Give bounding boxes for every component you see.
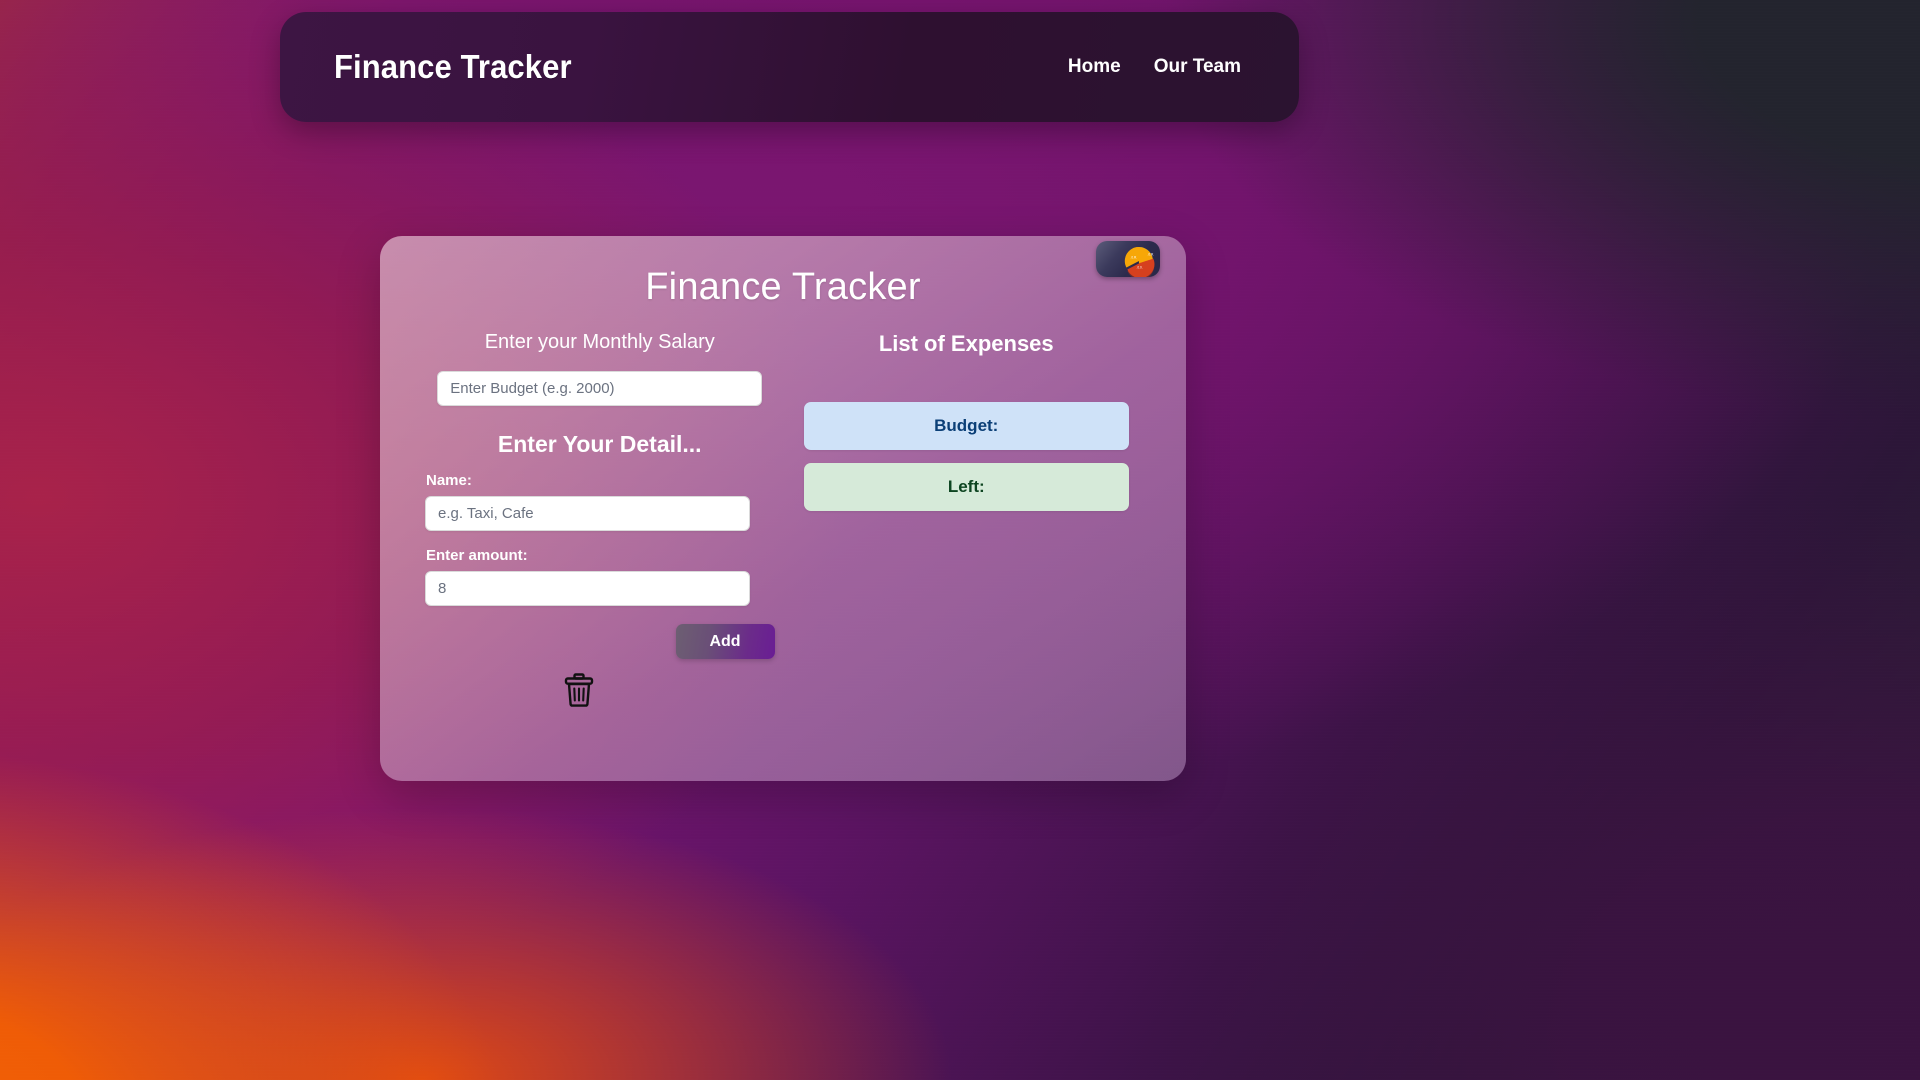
salary-heading: Enter your Monthly Salary — [484, 331, 715, 353]
name-input[interactable] — [425, 496, 750, 531]
amount-input[interactable] — [425, 571, 750, 606]
input-column: Enter your Monthly Salary Enter Your Det… — [425, 331, 775, 707]
svg-text:.0.R.: .0.R. — [1131, 256, 1138, 260]
nav-link-our-team[interactable]: Our Team — [1154, 56, 1241, 78]
name-label: Name: — [426, 472, 472, 489]
svg-text:.0.R.: .0.R. — [1148, 253, 1155, 257]
budget-summary-label: Budget: — [934, 416, 999, 435]
delete-all-button[interactable] — [425, 673, 733, 707]
pie-chart-icon[interactable]: .0.R. .0.R. .0.0. — [1096, 241, 1160, 277]
navbar-brand: Finance Tracker — [334, 48, 572, 85]
card-columns: Enter your Monthly Salary Enter Your Det… — [380, 331, 1186, 707]
pie-chart-graphic: .0.R. .0.R. .0.0. — [1124, 246, 1155, 277]
page-title: Finance Tracker — [645, 266, 921, 308]
expenses-heading: List of Expenses — [878, 331, 1054, 356]
add-button[interactable]: Add — [675, 624, 775, 659]
left-summary-box: Left: — [803, 463, 1129, 511]
navbar-links: Home Our Team — [1068, 56, 1241, 78]
nav-link-home[interactable]: Home — [1068, 56, 1121, 78]
detail-heading: Enter Your Detail... — [497, 431, 702, 457]
expenses-column: List of Expenses Budget: Left: — [792, 331, 1142, 707]
finance-tracker-card: .0.R. .0.R. .0.0. Finance Tracker Enter … — [380, 236, 1186, 781]
budget-summary-box: Budget: — [803, 402, 1129, 450]
budget-input[interactable] — [437, 371, 763, 406]
top-navbar: Finance Tracker Home Our Team — [280, 12, 1299, 122]
amount-label: Enter amount: — [426, 547, 528, 564]
trash-icon — [564, 673, 593, 707]
left-summary-label: Left: — [947, 477, 985, 496]
svg-text:.0.0.: .0.0. — [1137, 266, 1143, 270]
